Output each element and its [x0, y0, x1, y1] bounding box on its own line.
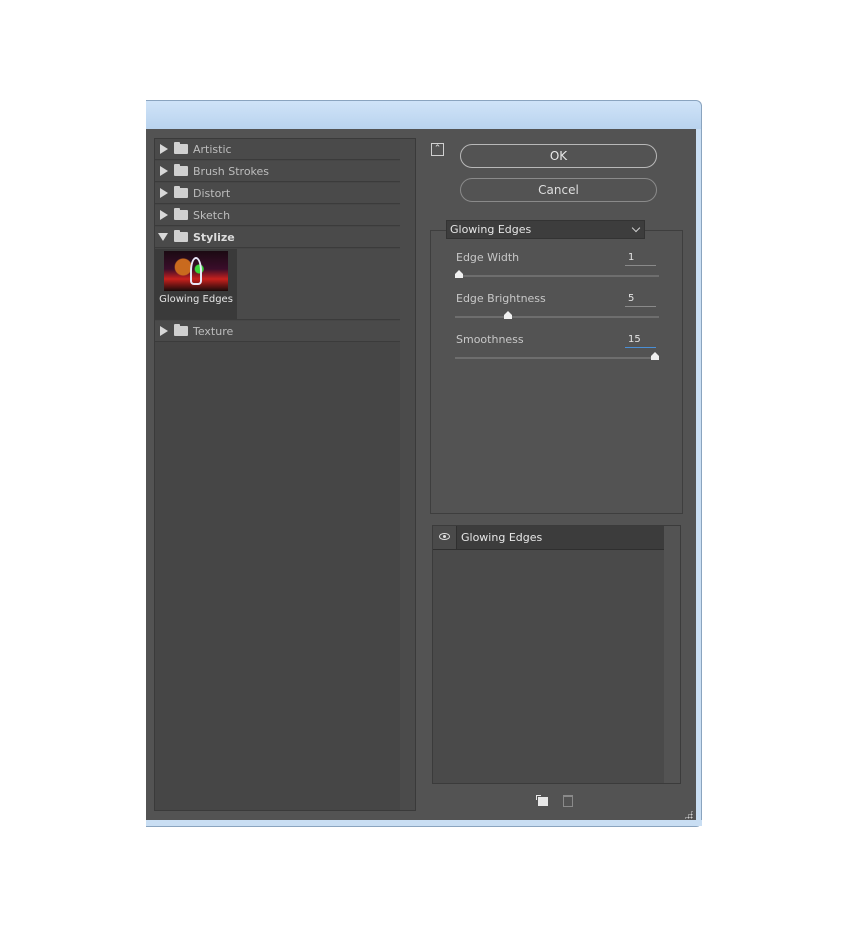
cancel-button[interactable]: Cancel [460, 178, 657, 202]
filter-select[interactable]: Glowing Edges [446, 220, 645, 239]
category-label: Distort [193, 186, 231, 200]
window-bottom-border [146, 820, 702, 826]
category-label: Brush Strokes [193, 164, 270, 178]
slider-thumb[interactable] [455, 270, 463, 278]
category-label: Stylize [193, 230, 235, 244]
eye-icon [439, 533, 450, 540]
category-label: Sketch [193, 208, 231, 222]
new-layer-icon[interactable] [536, 795, 548, 806]
smoothness-label: Smoothness [456, 333, 524, 346]
filter-thumb-glowing-edges[interactable]: Glowing Edges [155, 249, 237, 319]
open-folder-icon [174, 230, 188, 242]
collapse-icon[interactable]: ⌃ [431, 143, 444, 156]
filter-gallery-window: Artistic Brush Strokes Distort Sketch St [146, 100, 702, 827]
expand-arrow-icon [160, 210, 168, 220]
category-artistic[interactable]: Artistic [155, 139, 401, 160]
filter-gallery-panel: Artistic Brush Strokes Distort Sketch St [154, 138, 416, 811]
layers-scrollbar[interactable] [664, 526, 680, 783]
expand-arrow-icon [160, 166, 168, 176]
folder-icon [174, 324, 188, 336]
expand-arrow-icon [160, 326, 168, 336]
filter-select-value: Glowing Edges [450, 223, 532, 236]
category-brush-strokes[interactable]: Brush Strokes [155, 161, 401, 182]
filter-settings-box [430, 230, 683, 514]
category-texture[interactable]: Texture [155, 321, 401, 342]
collapse-arrow-icon [158, 233, 168, 241]
edge-brightness-slider[interactable] [455, 311, 659, 319]
slider-thumb[interactable] [504, 311, 512, 319]
gallery-scrollbar[interactable] [400, 139, 415, 810]
folder-icon [174, 208, 188, 220]
expand-arrow-icon [160, 144, 168, 154]
edge-width-input[interactable]: 1 [625, 252, 656, 266]
stylize-thumbnails: Glowing Edges [155, 249, 401, 320]
folder-icon [174, 186, 188, 198]
slider-thumb[interactable] [651, 352, 659, 360]
visibility-toggle[interactable] [433, 526, 457, 549]
effect-layer-row[interactable]: Glowing Edges [433, 526, 664, 550]
edge-width-label: Edge Width [456, 251, 520, 264]
edge-brightness-label: Edge Brightness [456, 292, 546, 305]
edge-width-slider[interactable] [455, 270, 659, 278]
category-label: Artistic [193, 142, 232, 156]
effect-layer-name: Glowing Edges [461, 531, 543, 544]
title-bar[interactable] [146, 101, 701, 129]
effect-layers-list: Glowing Edges [432, 525, 681, 784]
category-stylize[interactable]: Stylize [155, 227, 401, 248]
ok-button[interactable]: OK [460, 144, 657, 168]
smoothness-slider[interactable] [455, 352, 659, 360]
chevron-down-icon [631, 223, 641, 233]
dialog-client: Artistic Brush Strokes Distort Sketch St [146, 129, 696, 822]
category-label: Texture [193, 324, 234, 338]
folder-icon [174, 164, 188, 176]
category-sketch[interactable]: Sketch [155, 205, 401, 226]
filter-thumbnail-image [164, 251, 228, 291]
trash-icon[interactable] [563, 795, 573, 807]
resize-grip-icon[interactable] [684, 810, 693, 819]
expand-arrow-icon [160, 188, 168, 198]
category-distort[interactable]: Distort [155, 183, 401, 204]
folder-icon [174, 142, 188, 154]
edge-brightness-input[interactable]: 5 [625, 293, 656, 307]
filter-thumb-label: Glowing Edges [159, 294, 233, 305]
smoothness-input[interactable]: 15 [625, 334, 656, 348]
